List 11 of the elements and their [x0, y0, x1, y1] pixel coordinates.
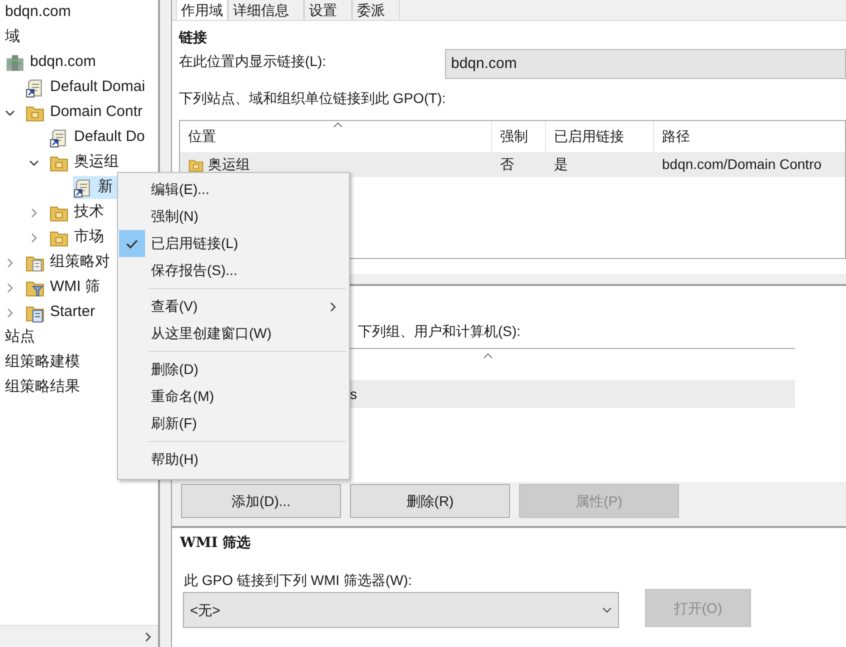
table-cell-text: 否 — [500, 155, 514, 174]
field-label: 在此位置内显示链接(L): — [179, 52, 327, 71]
table-cell-text: s — [350, 384, 357, 404]
table-cell-text: bdqn.com/Domain Contro — [662, 155, 822, 174]
table-cell-text: 是 — [554, 155, 568, 174]
table-cell-text: 奥运组 — [208, 155, 250, 174]
section-heading: WMI 筛选 — [180, 534, 252, 553]
field-label: 此 GPO 链接到下列 WMI 筛选器(W): — [183, 571, 413, 590]
section-heading: 链接 — [179, 28, 208, 47]
field-label: 下列站点、域和组织单位链接到此 GPO(T): — [179, 89, 447, 108]
field-label: 下列组、用户和计算机(S): — [358, 322, 521, 341]
